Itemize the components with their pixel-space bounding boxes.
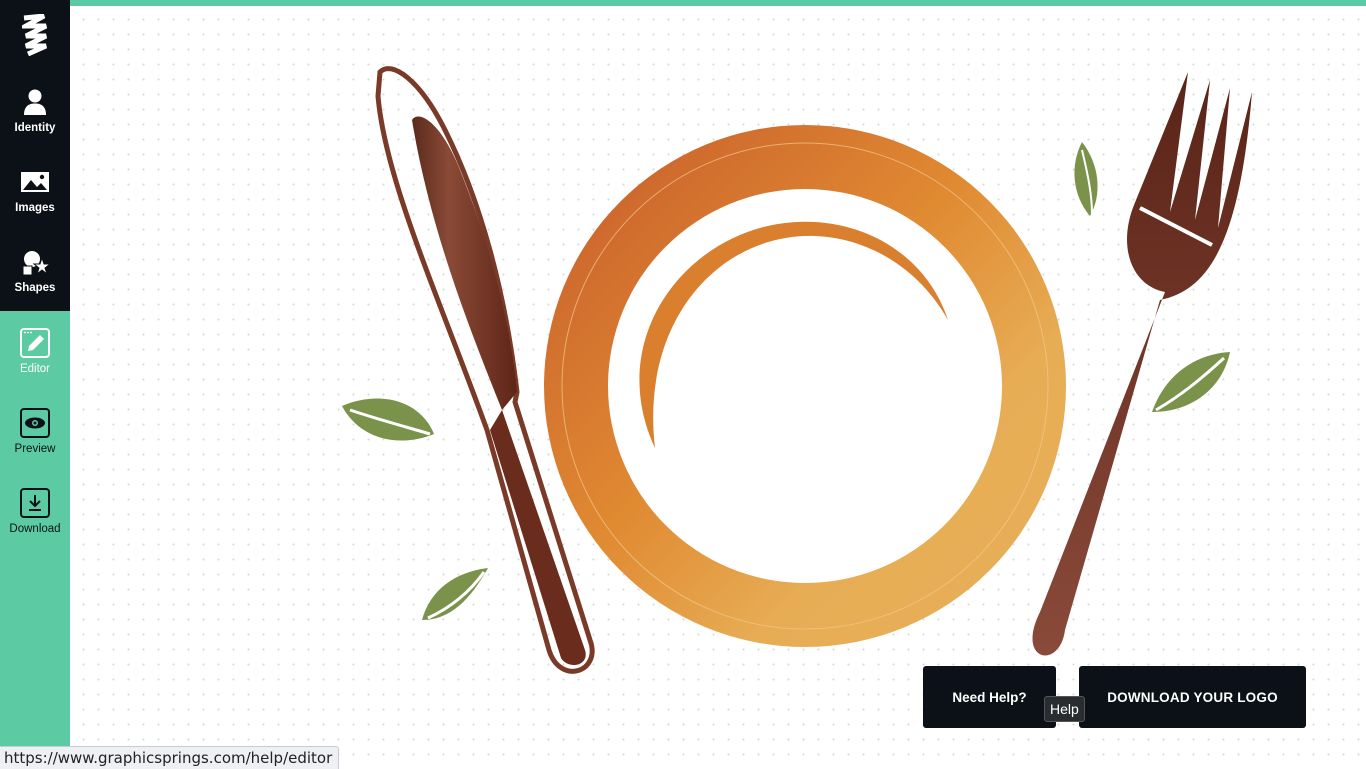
sidebar-item-download[interactable]: Download	[0, 487, 70, 559]
sidebar-item-label: Shapes	[14, 282, 56, 294]
sidebar-top: Identity Images Shapes	[0, 0, 70, 311]
graphicsprings-logo-icon[interactable]	[22, 14, 48, 56]
sidebar-item-preview[interactable]: Preview	[0, 407, 70, 479]
sidebar-item-label: Download	[9, 523, 61, 535]
sidebar-item-label: Preview	[14, 443, 56, 455]
sidebar-item-images[interactable]: Images	[0, 166, 70, 238]
help-tooltip: Help	[1044, 696, 1085, 722]
sidebar-item-label: Images	[15, 202, 55, 214]
sidebar-item-label: Editor	[19, 363, 51, 375]
download-logo-button[interactable]: DOWNLOAD YOUR LOGO	[1079, 666, 1306, 728]
image-icon	[21, 172, 49, 192]
sidebar-item-editor[interactable]: Editor	[0, 327, 70, 399]
edit-icon	[20, 328, 50, 358]
need-help-button[interactable]: Need Help?	[923, 666, 1056, 728]
sidebar-item-shapes[interactable]: Shapes	[0, 246, 70, 318]
status-url-bar: https://www.graphicsprings.com/help/edit…	[0, 746, 340, 769]
sidebar-item-identity[interactable]: Identity	[0, 86, 70, 158]
sidebar-item-label: Identity	[14, 122, 56, 134]
shapes-icon	[22, 251, 51, 276]
download-icon	[20, 488, 50, 518]
person-icon	[24, 89, 46, 115]
plate-shape[interactable]	[544, 125, 1066, 647]
eye-icon	[20, 408, 50, 438]
sidebar-bottom: Editor Preview Download	[0, 311, 70, 748]
